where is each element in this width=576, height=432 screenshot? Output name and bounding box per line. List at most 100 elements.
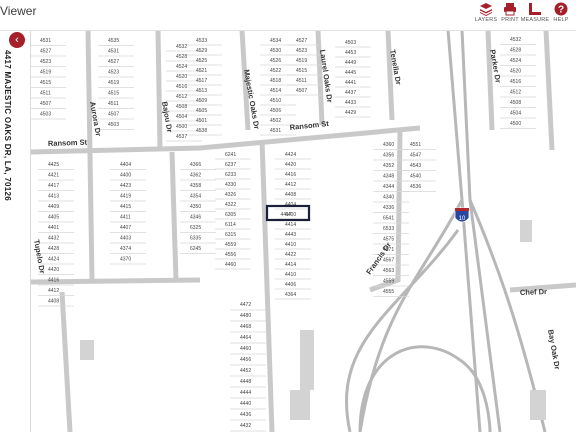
- lot-number-label: 4531: [108, 49, 119, 55]
- lot-number-label: 4366: [190, 162, 201, 168]
- lot-number-label: 4502: [270, 118, 281, 124]
- lot-number-label: 4559: [225, 242, 236, 248]
- lot-number-label: 4421: [48, 173, 59, 179]
- lot-number-label: 4519: [40, 70, 51, 76]
- lot-number-label: 4428: [48, 246, 59, 252]
- map-canvas[interactable]: 4531 4527 4523 4519 4515 4511 4507 4503 4535 4531…: [0, 30, 576, 432]
- lot-number-label: 4448: [240, 379, 251, 385]
- lot-number-label: 4401: [48, 225, 59, 231]
- ramp-curve: [358, 345, 492, 432]
- lot-number-label: 4507: [296, 88, 307, 94]
- lot-number-label: 4508: [510, 100, 521, 106]
- lot-number-label: 4356: [383, 153, 394, 159]
- lot-number-label: 4507: [108, 112, 119, 118]
- measure-icon: [529, 3, 541, 15]
- lot-number-label: 4516: [176, 84, 187, 90]
- building-4: [520, 220, 532, 242]
- lot-number-label: 4410: [285, 242, 296, 248]
- lot-number-label: 4501: [196, 118, 207, 124]
- street-label-bajou: Bajou Dr: [160, 101, 174, 133]
- lot-number-label: 4515: [40, 80, 51, 86]
- lot-number-label: 4530: [270, 48, 281, 54]
- lot-number-label: 4515: [296, 68, 307, 74]
- street-label-ransom-east: Ransom St: [289, 119, 329, 132]
- lot-number-label: 6335: [190, 236, 201, 242]
- lot-number-label: 4531: [40, 38, 51, 44]
- lot-number-label: 4505: [196, 108, 207, 114]
- help-button[interactable]: ? HELP: [546, 2, 576, 23]
- street-vertical-5: [385, 30, 395, 121]
- lot-number-label: 4567: [383, 258, 394, 264]
- lot-number-label: 4563: [383, 268, 394, 274]
- lot-number-label: 4527: [296, 38, 307, 44]
- lot-number-label: 4537: [176, 134, 187, 140]
- lot-number-label: 4370: [120, 257, 131, 263]
- lot-number-label: 4504: [176, 114, 187, 120]
- lot-number-label: 4520: [176, 74, 187, 80]
- lot-number-label: 4425: [48, 162, 59, 168]
- lot-number-label: 4411: [120, 215, 131, 221]
- lot-number-label: 4536: [410, 184, 421, 190]
- lot-number-label: 4514: [270, 88, 281, 94]
- lot-number-label: 4407: [120, 225, 131, 231]
- chevron-left-icon: ‹: [15, 34, 19, 46]
- lot-number-label: 4404: [120, 162, 131, 168]
- lot-number-label: 4348: [383, 174, 394, 180]
- interstate-shield-icon: 10: [454, 207, 470, 223]
- lot-number-label: 4405: [48, 215, 59, 221]
- lot-number-label: 6533: [383, 226, 394, 232]
- lot-number-label: 4519: [296, 58, 307, 64]
- lot-number-label: 4513: [196, 88, 207, 94]
- back-button[interactable]: ‹: [9, 32, 25, 48]
- lot-number-label: 6233: [225, 172, 236, 178]
- lot-number-label: 4556: [225, 252, 236, 258]
- lot-number-label: 4511: [108, 101, 119, 107]
- lot-number-label: 4532: [176, 44, 187, 50]
- lot-number-label: 4468: [240, 324, 251, 330]
- lot-number-label: 4540: [410, 174, 421, 180]
- help-icon: ?: [554, 2, 568, 16]
- street-vertical-2: [155, 30, 163, 149]
- lot-labels: 4531 4527 4523 4519 4515 4511 4507 4503 4535 4531…: [40, 37, 521, 429]
- lot-number-label: 4360: [383, 142, 394, 148]
- street-vertical-4: [315, 30, 325, 126]
- lot-number-label: 4500: [176, 124, 187, 130]
- building-1: [300, 330, 314, 390]
- lot-number-label: 4460: [240, 346, 251, 352]
- lot-number-label: 4526: [270, 58, 281, 64]
- selected-parcel-label: 4417: [280, 212, 291, 218]
- lot-number-label: 4511: [296, 78, 307, 84]
- lot-number-label: 4523: [108, 70, 119, 76]
- lot-number-label: 4509: [196, 98, 207, 104]
- lot-number-label: 4443: [285, 232, 296, 238]
- lot-number-label: 4416: [48, 278, 59, 284]
- parcel-map[interactable]: 4531 4527 4523 4519 4515 4511 4507 4503 4535 4531…: [0, 30, 576, 432]
- lot-number-label: 4408: [285, 192, 296, 198]
- lot-number-label: 4531: [270, 128, 281, 134]
- lot-number-label: 4507: [40, 101, 51, 107]
- lot-number-label: 4523: [296, 48, 307, 54]
- lot-number-label: 4374: [120, 246, 131, 252]
- lot-number-label: 4472: [240, 302, 251, 308]
- lot-number-label: 4441: [345, 80, 356, 86]
- lot-number-label: 4362: [190, 173, 201, 179]
- lot-number-label: 6325: [190, 225, 201, 231]
- interstate-mainline-b: [460, 30, 502, 432]
- lot-number-label: 4522: [270, 68, 281, 74]
- lot-number-label: 4503: [108, 122, 119, 128]
- lot-number-label: 4419: [120, 194, 131, 200]
- lot-number-label: 4415: [120, 204, 131, 210]
- street-vertical-1: [85, 30, 95, 281]
- lot-number-label: 4400: [120, 173, 131, 179]
- lot-number-label: 4551: [410, 142, 421, 148]
- lot-number-label: 4403: [120, 236, 131, 242]
- lot-number-label: 6237: [225, 162, 236, 168]
- street-label-chef: Chef Dr: [520, 287, 547, 297]
- street-label-tupelo: Tupelo Dr: [32, 239, 47, 275]
- lot-number-label: 4538: [196, 128, 207, 134]
- lot-number-label: 4352: [383, 163, 394, 169]
- lot-number-label: 4414: [285, 262, 296, 268]
- street-label-bay-oak: Bay Oak Dr: [546, 329, 562, 370]
- lot-number-label: 4515: [108, 91, 119, 97]
- lot-number-label: 4449: [345, 60, 356, 66]
